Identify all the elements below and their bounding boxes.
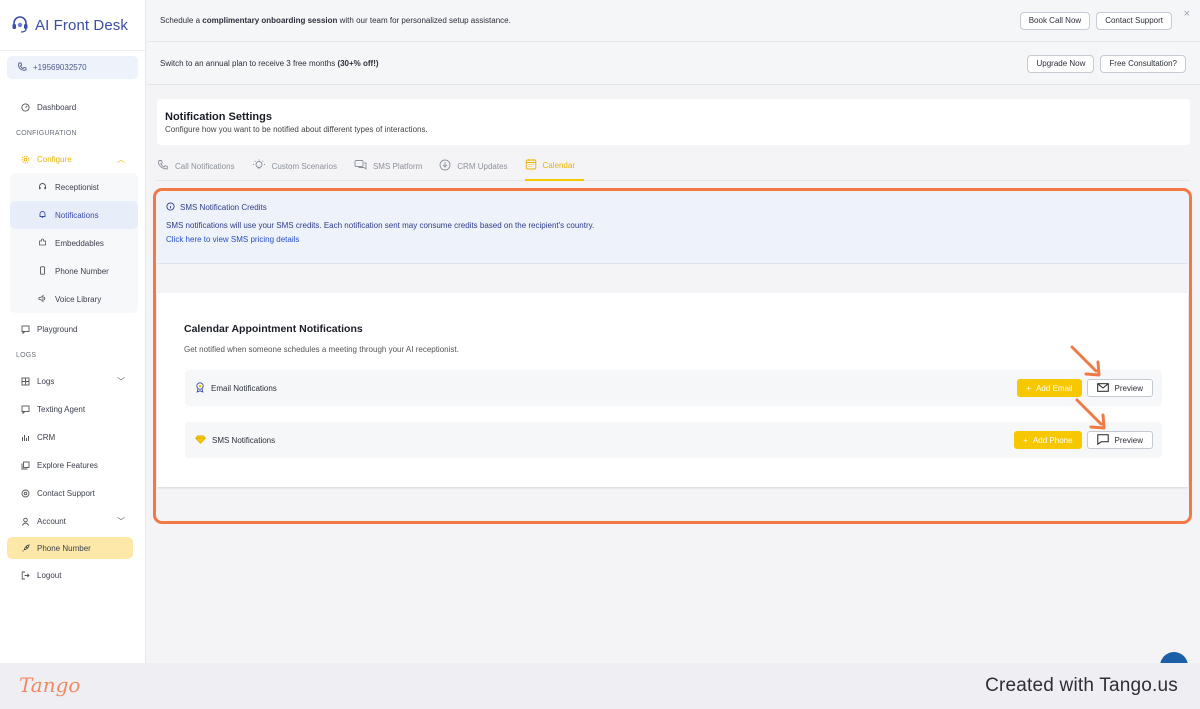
phone-icon [17, 62, 27, 74]
bar-chart-icon [21, 433, 30, 442]
page-title: Notification Settings [165, 111, 272, 123]
sidebar-item-dashboard[interactable]: Dashboard [0, 93, 145, 121]
sidebar-item-embeddables[interactable]: Embeddables [10, 229, 138, 257]
chevron-up-icon: ︿ [117, 154, 125, 164]
sidebar-item-label: Notifications [55, 210, 99, 220]
sidebar-item-label: Logout [37, 570, 62, 580]
sidebar-item-configure[interactable]: Configure ︿ [0, 145, 145, 173]
bell-icon [38, 210, 47, 221]
tab-label: Calendar [542, 160, 575, 170]
tab-label: CRM Updates [457, 161, 508, 171]
sidebar-item-phone-number-promo[interactable]: Phone Number [7, 537, 133, 559]
lightbulb-icon [252, 159, 266, 173]
sidebar-item-label: Texting Agent [37, 404, 86, 414]
sidebar-item-label: Receptionist [55, 182, 100, 192]
sidebar-item-notifications[interactable]: Notifications [10, 201, 138, 229]
sidebar-item-receptionist[interactable]: Receptionist [10, 173, 138, 201]
sidebar-item-label: CRM [37, 432, 56, 442]
user-icon [21, 517, 30, 526]
download-circle-icon [439, 159, 451, 173]
page-subtitle: Configure how you want to be notified ab… [165, 125, 428, 134]
phone-number-text: +19569032570 [33, 63, 87, 72]
page-header: Notification Settings Configure how you … [157, 99, 1190, 145]
tango-footer: Tango Created with Tango.us [0, 663, 1200, 709]
free-consultation-button[interactable]: Free Consultation? [1100, 54, 1186, 73]
sidebar-item-explore-features[interactable]: Explore Features [0, 451, 145, 479]
sidebar-item-label: Logs [37, 376, 55, 386]
headset-icon [10, 14, 30, 36]
phone-call-icon [157, 159, 169, 173]
gear-icon [21, 155, 30, 164]
sidebar-item-account[interactable]: Account ﹀ [0, 507, 145, 535]
arrow-annotation-icon [1070, 345, 1101, 377]
chevron-down-icon: ﹀ [117, 516, 125, 526]
phone-number-pill[interactable]: +19569032570 [7, 56, 138, 79]
sidebar-item-logs[interactable]: Logs ﹀ [0, 367, 145, 395]
section-label-logs: LOGS [16, 351, 37, 359]
section-label-configuration: CONFIGURATION [16, 129, 77, 137]
sidebar-item-label: Explore Features [37, 460, 98, 470]
contact-support-button[interactable]: Contact Support [1096, 11, 1172, 30]
sidebar-item-label: Phone Number [37, 543, 91, 553]
gauge-icon [21, 102, 30, 112]
message-icon [21, 405, 30, 414]
chevron-down-icon: ﹀ [117, 376, 125, 386]
created-with-text: Created with Tango.us [985, 675, 1178, 696]
sidebar-item-label: Phone Number [55, 266, 109, 276]
tango-logo: Tango [19, 673, 81, 697]
copy-icon [21, 461, 30, 470]
notification-tabs: Call Notifications Custom Scenarios SMS … [157, 152, 1190, 181]
tab-sms-platform[interactable]: SMS Platform [354, 152, 431, 181]
grid-icon [21, 377, 30, 386]
help-icon [21, 489, 30, 498]
upgrade-now-button[interactable]: Upgrade Now [1027, 54, 1095, 73]
rocket-icon [21, 543, 30, 553]
sidebar-item-crm[interactable]: CRM [0, 423, 145, 451]
sidebar-item-contact-support[interactable]: Contact Support [0, 479, 145, 507]
sidebar-item-label: Voice Library [55, 294, 102, 304]
tab-label: SMS Platform [372, 161, 423, 171]
logout-icon [21, 571, 30, 580]
app-logo[interactable]: AI Front Desk [0, 0, 145, 51]
app-name: AI Front Desk [35, 16, 128, 34]
mobile-icon [38, 265, 47, 277]
sidebar-item-playground[interactable]: Playground [0, 315, 145, 343]
banner-text: Schedule a complimentary onboarding sess… [160, 16, 511, 25]
sidebar-item-label: Contact Support [37, 488, 95, 498]
tab-label: Custom Scenarios [271, 161, 337, 171]
messages-icon [354, 159, 367, 173]
highlight-frame [153, 188, 1192, 524]
speaker-icon [38, 294, 47, 305]
configure-submenu: Receptionist Notifications Embeddables P… [10, 173, 138, 313]
tab-calendar[interactable]: Calendar [524, 152, 584, 181]
arrow-annotation-icon [1075, 398, 1106, 430]
tab-label: Call Notifications [175, 161, 235, 171]
tab-call-notifications[interactable]: Call Notifications [157, 152, 244, 181]
sidebar-item-label: Playground [37, 324, 78, 334]
tab-crm-updates[interactable]: CRM Updates [439, 152, 516, 181]
sidebar-item-label: Embeddables [55, 238, 104, 248]
sidebar-item-label: Dashboard [37, 102, 77, 112]
banner-text: Switch to an annual plan to receive 3 fr… [160, 59, 379, 68]
headset-icon [38, 182, 47, 193]
calendar-icon [525, 158, 537, 172]
sidebar: AI Front Desk +19569032570 Dashboard CON… [0, 0, 146, 663]
sidebar-item-phone-number[interactable]: Phone Number [10, 257, 138, 285]
sidebar-item-voice-library[interactable]: Voice Library [10, 285, 138, 313]
sidebar-item-texting-agent[interactable]: Texting Agent [0, 395, 145, 423]
book-call-button[interactable]: Book Call Now [1019, 11, 1091, 30]
close-icon[interactable]: × [1184, 8, 1190, 20]
sidebar-item-label: Configure [37, 154, 72, 164]
sidebar-item-logout[interactable]: Logout [0, 561, 145, 589]
sidebar-item-label: Account [37, 516, 66, 526]
upgrade-banner: Switch to an annual plan to receive 3 fr… [147, 43, 1200, 85]
onboarding-banner: Schedule a complimentary onboarding sess… [147, 0, 1200, 42]
puzzle-icon [38, 238, 47, 249]
chat-square-icon [21, 325, 30, 334]
tab-custom-scenarios[interactable]: Custom Scenarios [252, 152, 346, 181]
